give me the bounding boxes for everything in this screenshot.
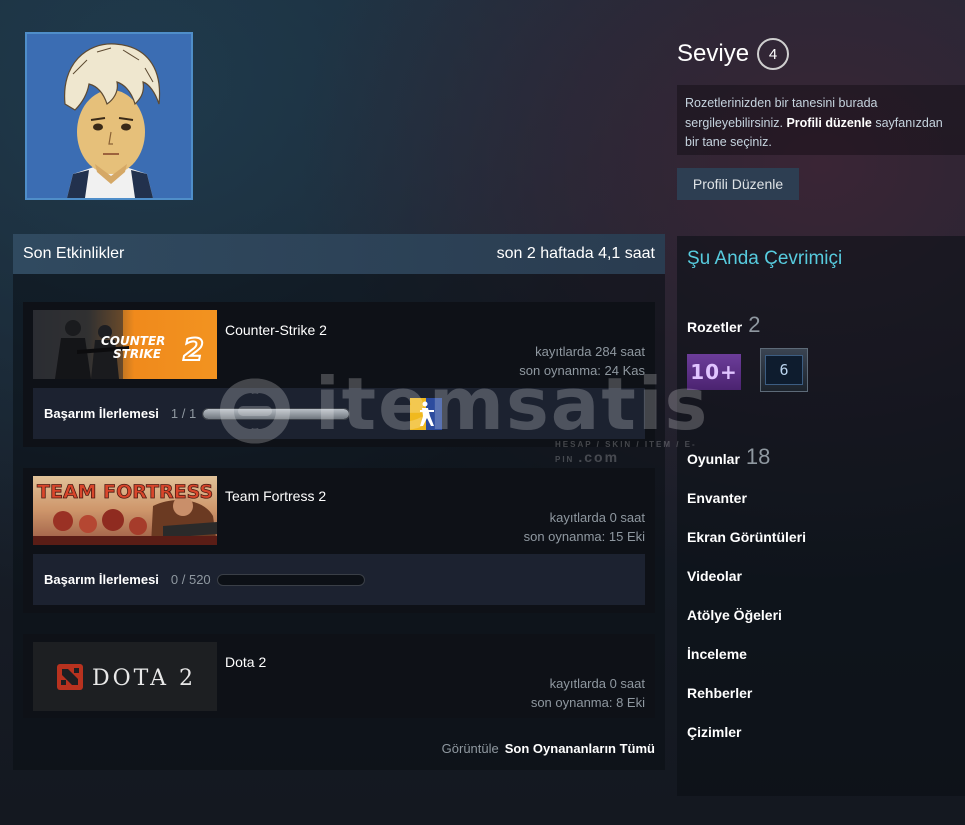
achievement-label: Başarım İlerlemesi <box>44 406 159 421</box>
dota2-capsule-art: DOTA 2 <box>33 642 217 711</box>
game-stats: kayıtlarda 0 saat son oynanma: 8 Eki <box>531 674 645 712</box>
game-hours: kayıtlarda 0 saat <box>549 676 645 691</box>
view-all-label: Görüntüle <box>441 741 499 756</box>
sidebar-link-workshop[interactable]: Atölye Öğeleri <box>687 607 782 623</box>
badge-hint: Rozetlerinizden bir tanesini burada serg… <box>677 85 965 155</box>
dota2-capsule[interactable]: DOTA 2 <box>33 642 217 711</box>
sidebar-link-videos[interactable]: Videolar <box>687 568 742 584</box>
game-hours: kayıtlarda 0 saat <box>549 510 645 525</box>
dota2-capsule-text: DOTA 2 <box>92 666 196 691</box>
cs2-capsule-text-3: 2 <box>183 333 204 368</box>
sidebar-link-guides[interactable]: Rehberler <box>687 685 752 701</box>
badge-years-icon[interactable]: 10+ <box>687 354 741 390</box>
game-last-played: son oynanma: 8 Eki <box>530 695 645 710</box>
recent-activity-header: Son Etkinlikler son 2 haftada 4,1 saat <box>13 234 665 274</box>
recent-activity-summary: son 2 haftada 4,1 saat <box>496 245 655 262</box>
tf2-capsule-art: TEAM FORTRESS 2 <box>33 476 217 545</box>
games-count: 18 <box>745 444 771 469</box>
achievement-bar-fill <box>203 408 350 419</box>
game-name[interactable]: Dota 2 <box>225 654 266 670</box>
sidebar-link-reviews[interactable]: İnceleme <box>687 646 747 662</box>
achievement-bar <box>202 407 351 420</box>
sidebar-link-inventory[interactable]: Envanter <box>687 490 747 506</box>
view-all-recent: Görüntüle Son Oynananların Tümü <box>442 741 655 756</box>
games-label: Oyunlar <box>687 451 740 467</box>
edit-profile-button[interactable]: Profili Düzenle <box>677 168 799 200</box>
achievement-progress[interactable]: Başarım İlerlemesi 0 / 520 <box>33 554 645 605</box>
cs2-capsule-text-1: COUNTER <box>101 334 165 348</box>
recent-activity-title: Son Etkinlikler <box>23 245 125 262</box>
badge-hint-link[interactable]: Profili düzenle <box>786 116 871 130</box>
online-status: Şu Anda Çevrimiçi <box>687 248 843 269</box>
achievement-icon[interactable] <box>410 397 443 430</box>
level-value: 4 <box>757 38 790 70</box>
achievement-label: Başarım İlerlemesi <box>44 572 159 587</box>
achievement-count: 0 / 520 <box>170 572 211 587</box>
sidebar-link-artwork[interactable]: Çizimler <box>687 724 741 740</box>
achievement-progress[interactable]: Başarım İlerlemesi 1 / 1 <box>33 388 645 439</box>
badge-level-icon[interactable]: 6 <box>760 348 808 392</box>
game-card-tf2: TEAM FORTRESS 2 Team Fortress 2 kayıtlar… <box>23 468 655 613</box>
sidebar-link-badges[interactable]: Rozetler 2 <box>687 312 760 338</box>
badges-label: Rozetler <box>687 319 743 335</box>
achievement-count: 1 / 1 <box>170 406 197 421</box>
view-all-link[interactable]: Son Oynananların Tümü <box>505 741 655 756</box>
game-name[interactable]: Team Fortress 2 <box>225 488 326 504</box>
tf2-capsule-text: TEAM FORTRESS 2 <box>37 481 217 503</box>
game-card-dota2: DOTA 2 Dota 2 kayıtlarda 0 saat son oyna… <box>23 634 655 718</box>
cs-achievement-icon <box>410 397 443 430</box>
level-block: Seviye 4 <box>677 38 790 70</box>
profile-avatar[interactable] <box>25 32 193 200</box>
level-label: Seviye <box>677 40 750 67</box>
game-stats: kayıtlarda 0 saat son oynanma: 15 Eki <box>524 508 645 546</box>
game-hours: kayıtlarda 284 saat <box>535 344 645 359</box>
level-heading: Seviye 4 <box>677 38 790 70</box>
badges-count: 2 <box>748 312 761 337</box>
sidebar-link-games[interactable]: Oyunlar 18 <box>687 444 770 470</box>
game-name[interactable]: Counter-Strike 2 <box>225 322 327 338</box>
game-last-played: son oynanma: 15 Eki <box>523 529 645 544</box>
game-card-cs2: COUNTER STRIKE 2 Counter-Strike 2 kayıtl… <box>23 302 655 447</box>
sidebar-link-screenshots[interactable]: Ekran Görüntüleri <box>687 529 806 545</box>
avatar-illustration <box>27 34 191 198</box>
cs2-capsule-text-2: STRIKE <box>113 347 162 361</box>
tf2-capsule[interactable]: TEAM FORTRESS 2 <box>33 476 217 545</box>
recent-activity-panel: Son Etkinlikler son 2 haftada 4,1 saat C… <box>13 234 665 770</box>
game-stats: kayıtlarda 284 saat son oynanma: 24 Kas <box>519 342 645 380</box>
game-last-played: son oynanma: 24 Kas <box>519 363 645 378</box>
cs2-capsule[interactable]: COUNTER STRIKE 2 <box>33 310 217 379</box>
profile-sidebar: Şu Anda Çevrimiçi Rozetler 2 10+ 6 Oyunla… <box>677 236 965 796</box>
cs2-capsule-art: COUNTER STRIKE 2 <box>33 310 205 379</box>
achievement-bar <box>216 573 365 586</box>
badge-level-text: 6 <box>765 355 803 385</box>
